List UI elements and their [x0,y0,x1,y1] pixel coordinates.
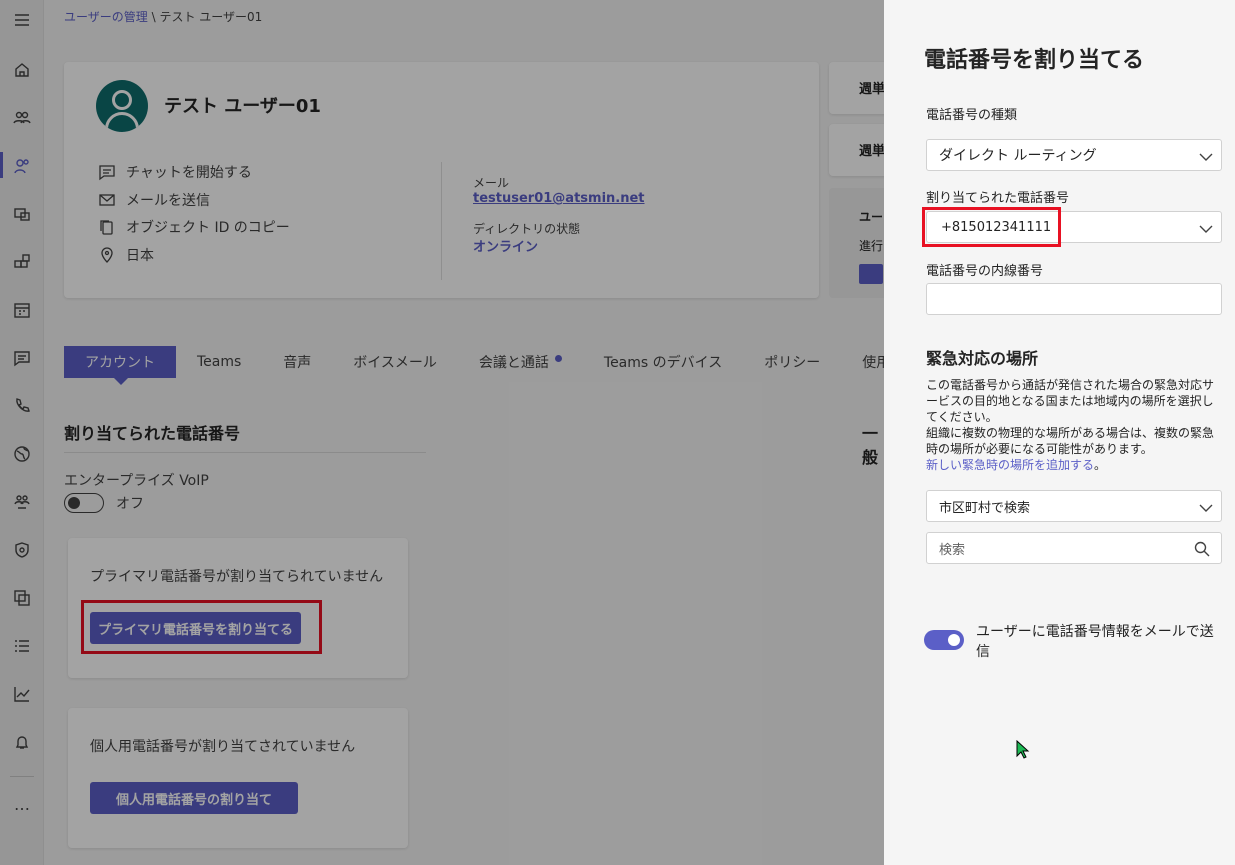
email-number-info-toggle[interactable] [924,630,964,650]
number-type-value: ダイレクト ルーティング [939,148,1097,164]
emergency-location-heading: 緊急対応の場所 [926,349,1039,368]
number-type-dropdown[interactable]: ダイレクト ルーティング [926,139,1222,171]
number-type-label: 電話番号の種類 [926,108,1018,123]
chevron-down-icon [1199,501,1213,512]
extension-input[interactable] [926,283,1222,315]
emergency-desc-2: 組織に複数の物理的な場所がある場合は、複数の緊急時の場所が必要になる可能性があり… [926,426,1215,456]
panel-title: 電話番号を割り当てる [924,48,1145,73]
location-search-input[interactable]: 検索 [926,532,1222,564]
emergency-desc-1: この電話番号から通話が発信された場合の緊急対応サービスの目的地となる国または地域… [926,378,1215,424]
highlight-box-assigned-number [922,207,1061,247]
assign-number-panel: 電話番号を割り当てる 電話番号の種類 ダイレクト ルーティング 割り当てられた電… [884,0,1235,865]
add-emergency-location-link[interactable]: 新しい緊急時の場所を追加する [926,458,1094,472]
city-search-dropdown[interactable]: 市区町村で検索 [926,490,1222,522]
emergency-link-suffix: 。 [1094,458,1107,472]
search-icon [1194,541,1210,557]
assigned-number-label: 割り当てられた電話番号 [926,191,1070,206]
mouse-cursor-icon [1016,740,1030,759]
emergency-description: この電話番号から通話が発信された場合の緊急対応サービスの目的地となる国または地域… [926,377,1222,473]
city-search-value: 市区町村で検索 [939,500,1031,516]
chevron-down-icon [1199,150,1213,161]
email-number-info-label: ユーザーに電話番号情報をメールで送信 [976,624,1214,660]
modal-overlay[interactable] [0,0,884,865]
search-placeholder: 検索 [939,542,966,558]
extension-label: 電話番号の内線番号 [926,264,1044,279]
chevron-down-icon [1199,222,1213,233]
